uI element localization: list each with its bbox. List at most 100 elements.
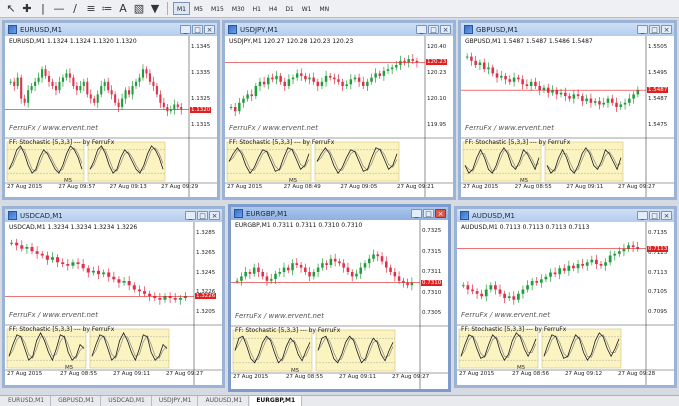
time-axis-label: 27 Aug 09:11 [339,374,377,380]
candle-body [324,75,328,82]
chart-area[interactable]: EURUSD,M1 1.1324 1.1324 1.1320 1.1320 Fer… [5,36,217,197]
candle-body [54,86,58,91]
window-titlebar[interactable]: USDJPY,M1 _ □ × [225,23,453,36]
window-titlebar[interactable]: EURUSD,M1 _ □ × [5,23,217,36]
candle-body [535,281,539,283]
horizontal-line-icon[interactable]: — [52,2,66,16]
stochastic-panel [314,141,400,182]
fibonacci-icon[interactable]: ≔ [100,2,114,16]
timeframe-w1-button[interactable]: W1 [298,2,316,15]
chart-window-usdcad[interactable]: USDCAD,M1 _ □ × USDCAD,M1 1.3234 1.3234 1.32… [2,206,225,388]
minimize-button[interactable]: _ [416,25,427,34]
candle-body [374,73,377,78]
minimize-button[interactable]: _ [185,211,196,220]
candle-body [79,86,82,91]
candle-body [107,272,111,277]
tab-usdjpy[interactable]: USDJPY,M1 [153,396,199,406]
timeframe-h4-button[interactable]: H4 [265,2,281,15]
chart-window-eurgbp[interactable]: EURGBP,M1 _ □ × EURGBP,M1 0.7311 0.7311 0.73… [228,204,451,392]
candle-body [283,81,286,86]
chart-area[interactable]: USDJPY,M1 120.27 120.28 120.23 120.23 Fer… [225,36,453,197]
close-button[interactable]: × [440,25,451,34]
candle-body [102,272,106,275]
candle-body [47,75,51,82]
time-axis-label: 27 Aug 09:29 [161,184,199,190]
symbol-quote: USDCAD,M1 1.3234 1.3234 1.3234 1.3226 [9,224,138,231]
candle-body [491,67,495,74]
text-tool-icon[interactable]: A [116,2,130,16]
candle-body [112,276,116,280]
trendline-icon[interactable]: ∕ [68,2,82,16]
price-scale-label: 0.7325 [422,228,442,234]
timeframe-mn-button[interactable]: MN [316,2,334,15]
maximize-button[interactable]: □ [428,25,439,34]
candle-body [581,264,585,266]
timeframe-m1-button[interactable]: M1 [173,2,190,15]
chart-window-eurusd[interactable]: EURUSD,M1 _ □ × EURUSD,M1 1.1324 1.1324 1.13… [2,20,220,200]
close-button[interactable]: × [661,25,672,34]
label-tool-icon[interactable]: ▧ [132,2,146,16]
candle-body [134,81,138,86]
window-titlebar[interactable]: EURGBP,M1 _ □ × [231,207,448,220]
chart-area[interactable]: USDCAD,M1 1.3234 1.3234 1.3234 1.3226 Fer… [5,222,222,385]
tab-gbpusd[interactable]: GBPUSD,M1 [52,396,102,406]
minimize-button[interactable]: _ [180,25,191,34]
candle-body [82,81,85,86]
candle-body [542,87,546,91]
candle-body [333,77,336,80]
minimize-button[interactable]: _ [637,211,648,220]
time-axis-label: 27 Aug 09:21 [397,184,435,190]
chart-area[interactable]: AUDUSD,M1 0.7113 0.7113 0.7113 0.7113 Fer… [457,222,674,385]
chart-area[interactable]: GBPUSD,M1 1.5487 1.5487 1.5486 1.5487 Fer… [461,36,674,197]
watermark-text: FerruFx / www.ervent.net [461,311,550,319]
chart-area[interactable]: EURGBP,M1 0.7311 0.7311 0.7310 0.7310 Fer… [231,220,448,389]
candle-body [363,263,367,268]
crosshair-icon[interactable]: ✚ [20,2,34,16]
timeframe-m30-button[interactable]: M30 [228,2,249,15]
chart-window-usdjpy[interactable]: USDJPY,M1 _ □ × USDJPY,M1 120.27 120.28 120.… [222,20,456,200]
candle-body [636,90,640,95]
chart-canvas [5,222,222,385]
timeframe-d1-button[interactable]: D1 [281,2,297,15]
timeframe-m5-button[interactable]: M5 [190,2,207,15]
chart-window-icon [460,211,469,220]
minimize-button[interactable]: _ [411,209,422,218]
candle-body [606,98,610,103]
minimize-button[interactable]: _ [637,25,648,34]
timeframe-h1-button[interactable]: H1 [249,2,265,15]
window-titlebar[interactable]: GBPUSD,M1 _ □ × [461,23,674,36]
tab-eurgbp[interactable]: EURGBP,M1 [250,396,303,406]
cursor-icon[interactable]: ↖ [4,2,18,16]
timeframe-m15-button[interactable]: M15 [207,2,228,15]
maximize-button[interactable]: □ [192,25,203,34]
maximize-button[interactable]: □ [649,25,660,34]
arrow-tool-icon[interactable]: ▼ [148,2,162,16]
candle-body [248,272,252,274]
vertical-line-icon[interactable]: | [36,2,50,16]
tab-eurusd[interactable]: EURUSD,M1 [2,396,52,406]
close-button[interactable]: × [435,209,446,218]
close-button[interactable]: × [661,211,672,220]
close-button[interactable]: × [204,25,215,34]
candle-body [503,293,506,298]
candle-body [265,276,269,281]
time-axis-label: 27 Aug 09:11 [113,371,151,377]
last-price-tag: 1.5487 [647,87,669,94]
window-titlebar[interactable]: USDCAD,M1 _ □ × [5,209,222,222]
candle-body [162,102,165,107]
candle-body [628,98,631,103]
maximize-button[interactable]: □ [423,209,434,218]
window-titlebar[interactable]: AUDUSD,M1 _ □ × [457,209,674,222]
chart-window-gbpusd[interactable]: GBPUSD,M1 _ □ × GBPUSD,M1 1.5487 1.5487 1.54… [458,20,677,200]
close-button[interactable]: × [209,211,220,220]
candle-body [349,79,353,85]
tab-usdcad[interactable]: USDCAD,M1 [102,396,152,406]
maximize-button[interactable]: □ [197,211,208,220]
tab-audusd[interactable]: AUDUSD,M1 [199,396,250,406]
candle-body [89,94,92,99]
maximize-button[interactable]: □ [649,211,660,220]
candle-body [461,285,465,287]
candle-body [37,77,40,82]
channel-icon[interactable]: ≡ [84,2,98,16]
chart-window-audusd[interactable]: AUDUSD,M1 _ □ × AUDUSD,M1 0.7113 0.7113 0.71… [454,206,677,388]
